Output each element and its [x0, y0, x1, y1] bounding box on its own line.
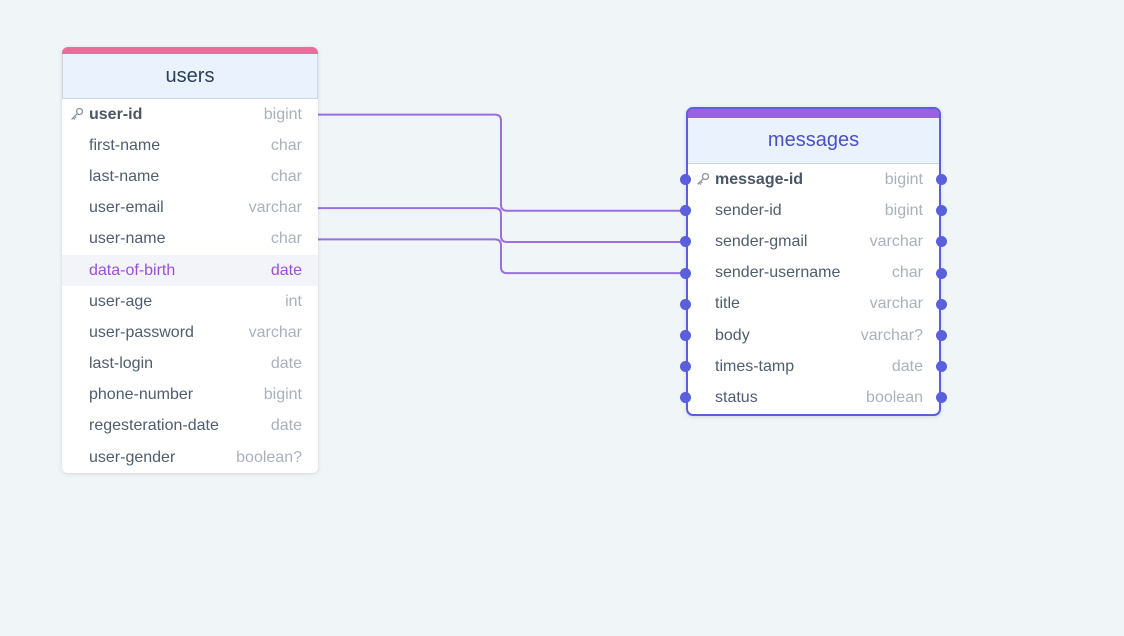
connection-handle-left[interactable]: [680, 361, 691, 373]
users-field-list: user-id bigint first-name char last-name char…: [62, 99, 318, 473]
field-name: status: [715, 388, 758, 406]
field-name: message-id: [715, 170, 804, 188]
field-type: date: [270, 261, 302, 279]
messages-field-list: message-id bigint sender-id bigint sender-gm…: [680, 164, 947, 414]
field-name: title: [715, 295, 740, 313]
users-field-data-of-birth[interactable]: data-of-birth date: [62, 254, 318, 287]
field-type: boolean: [866, 388, 923, 406]
field-type: varchar: [248, 323, 302, 341]
field-type: date: [270, 417, 302, 435]
field-type: varchar: [248, 199, 302, 217]
field-type: char: [270, 230, 302, 248]
field-name: last-name: [89, 167, 160, 185]
connection-handle-left[interactable]: [680, 330, 691, 342]
users-field-user-name[interactable]: user-name char: [62, 224, 318, 255]
field-name: user-id: [89, 105, 143, 123]
field-name: data-of-birth: [89, 261, 176, 279]
primary-key-icon: [70, 107, 84, 121]
connection-handle-left[interactable]: [680, 205, 691, 217]
users-field-user-password[interactable]: user-password varchar: [62, 317, 318, 348]
users-field-user-age[interactable]: user-age int: [62, 286, 318, 317]
field-type: char: [270, 136, 302, 154]
connection-handle-left[interactable]: [680, 236, 691, 248]
users-field-user-id[interactable]: user-id bigint: [62, 99, 318, 130]
field-name: first-name: [89, 136, 161, 154]
field-name: times-tamp: [715, 357, 795, 375]
field-type: bigint: [884, 170, 923, 188]
relationship-line[interactable]: [318, 207, 684, 243]
users-table[interactable]: users user-id bigint first-name char last-na…: [62, 47, 318, 474]
field-name: body: [715, 326, 750, 344]
field-type: date: [270, 355, 302, 373]
field-type: bigint: [263, 386, 302, 404]
connection-handle-right[interactable]: [936, 174, 947, 186]
messages-field-message-id[interactable]: message-id bigint: [680, 164, 947, 195]
connection-handle-right[interactable]: [936, 236, 947, 248]
users-table-header[interactable]: users: [62, 54, 318, 99]
users-field-regesteration-date[interactable]: regesteration-date date: [62, 411, 318, 442]
field-name: last-login: [89, 355, 154, 373]
connection-handle-right[interactable]: [936, 205, 947, 217]
field-type: boolean?: [236, 448, 302, 466]
connection-handle-right[interactable]: [936, 298, 947, 310]
users-field-phone-number[interactable]: phone-number bigint: [62, 380, 318, 411]
users-field-last-login[interactable]: last-login date: [62, 349, 318, 380]
field-name: regesteration-date: [89, 417, 219, 435]
field-name: user-password: [89, 323, 194, 341]
connection-handle-left[interactable]: [680, 298, 691, 310]
connection-handle-left[interactable]: [680, 267, 691, 279]
field-name: user-gender: [89, 448, 176, 466]
field-type: char: [891, 264, 923, 282]
field-name: phone-number: [89, 386, 194, 404]
field-type: char: [270, 167, 302, 185]
field-type: varchar?: [860, 326, 923, 344]
relationship-line[interactable]: [318, 238, 684, 275]
relationship-line[interactable]: [318, 113, 684, 212]
users-field-first-name[interactable]: first-name char: [62, 130, 318, 161]
messages-table-header[interactable]: messages: [688, 118, 939, 164]
messages-field-sender-id[interactable]: sender-id bigint: [680, 195, 947, 226]
field-type: bigint: [263, 105, 302, 123]
messages-field-times-tamp[interactable]: times-tamp date: [680, 351, 947, 382]
users-field-last-name[interactable]: last-name char: [62, 161, 318, 192]
connection-handle-right[interactable]: [936, 267, 947, 279]
field-name: sender-username: [715, 264, 841, 282]
primary-key-icon: [696, 172, 710, 186]
users-field-user-email[interactable]: user-email varchar: [62, 193, 318, 224]
field-name: user-email: [89, 199, 164, 217]
messages-field-sender-username[interactable]: sender-username char: [680, 258, 947, 289]
field-type: int: [285, 292, 302, 310]
field-name: sender-gmail: [715, 232, 808, 250]
field-type: bigint: [884, 201, 923, 219]
messages-table-color-bar: [688, 109, 939, 118]
field-type: date: [891, 357, 923, 375]
field-name: sender-id: [715, 201, 782, 219]
connection-handle-right[interactable]: [936, 330, 947, 342]
messages-field-sender-gmail[interactable]: sender-gmail varchar: [680, 226, 947, 257]
messages-field-body[interactable]: body varchar?: [680, 320, 947, 351]
messages-field-status[interactable]: status boolean: [680, 382, 947, 413]
connection-handle-left[interactable]: [680, 392, 691, 404]
users-field-user-gender[interactable]: user-gender boolean?: [62, 442, 318, 473]
messages-table[interactable]: messages message-id bigint sender-id bigint…: [680, 107, 947, 416]
connection-handle-right[interactable]: [936, 392, 947, 404]
connection-handle-left[interactable]: [680, 174, 691, 186]
connection-handle-right[interactable]: [936, 361, 947, 373]
field-type: varchar: [869, 295, 923, 313]
users-table-color-bar: [62, 47, 318, 54]
field-type: varchar: [869, 232, 923, 250]
field-name: user-age: [89, 292, 153, 310]
messages-field-title[interactable]: title varchar: [680, 289, 947, 320]
field-name: user-name: [89, 230, 166, 248]
